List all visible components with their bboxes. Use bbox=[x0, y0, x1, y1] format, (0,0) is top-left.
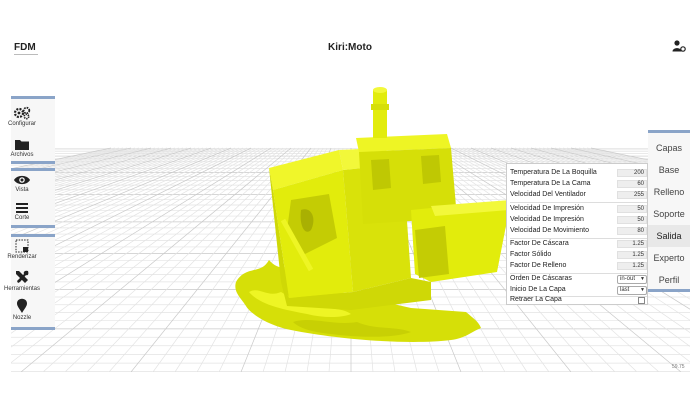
layer-start-row: Inicio De La Capa last ▼ bbox=[510, 285, 647, 295]
nozzle-temp-row: Temperatura De La Boquilla 200 bbox=[510, 168, 647, 178]
layer-start-label: Inicio De La Capa bbox=[510, 286, 566, 293]
wrench-screwdriver-icon bbox=[16, 270, 29, 283]
tab-output[interactable]: Salida bbox=[648, 225, 690, 247]
mode-underline bbox=[14, 54, 38, 55]
tab-base[interactable]: Base bbox=[648, 159, 690, 181]
render-label: Renderizar bbox=[7, 254, 37, 260]
fan-speed-input[interactable]: 255 bbox=[617, 191, 647, 199]
tools-button[interactable]: Herramientas bbox=[0, 269, 44, 292]
tab-support[interactable]: Soporte bbox=[648, 203, 690, 225]
retract-layer-checkbox[interactable] bbox=[638, 297, 645, 304]
shell-order-select[interactable]: in-out ▼ bbox=[617, 275, 647, 284]
move-speed-input[interactable]: 80 bbox=[617, 227, 647, 235]
nozzle-temp-label: Temperatura De La Boquilla bbox=[510, 169, 597, 176]
print-speed-label-1: Velocidad De Impresión bbox=[510, 205, 584, 212]
retract-layer-row: Retraer La Capa bbox=[510, 295, 647, 305]
configure-label: Configurar bbox=[7, 121, 36, 127]
app-title: Kiri:Moto bbox=[328, 42, 372, 53]
shell-factor-input[interactable]: 1.25 bbox=[617, 240, 647, 248]
slice-label: Corte bbox=[14, 215, 30, 221]
shell-order-value: in-out bbox=[620, 276, 636, 282]
solid-factor-row: Factor Sólido 1.25 bbox=[510, 250, 647, 260]
bed-temp-label: Temperatura De La Cama bbox=[510, 180, 591, 187]
render-square-icon bbox=[15, 239, 29, 253]
tools-label: Herramientas bbox=[3, 286, 40, 292]
slice-button[interactable]: Corte bbox=[0, 202, 44, 221]
render-button[interactable]: Renderizar bbox=[0, 239, 44, 260]
shell-factor-row: Factor De Cáscara 1.25 bbox=[510, 239, 647, 249]
fill-factor-input[interactable]: 1.25 bbox=[617, 262, 647, 270]
user-settings-icon[interactable] bbox=[672, 40, 686, 52]
solid-factor-label: Factor Sólido bbox=[510, 251, 552, 258]
print-speed-input-2[interactable]: 50 bbox=[617, 216, 647, 224]
nozzle-label: Nozzle bbox=[12, 315, 32, 321]
shell-order-label: Orden De Cáscaras bbox=[510, 275, 572, 282]
eye-icon bbox=[14, 175, 30, 185]
shell-order-row: Orden De Cáscaras in-out ▼ bbox=[510, 274, 647, 284]
view-button[interactable]: Vista bbox=[0, 174, 44, 193]
gears-icon bbox=[13, 106, 31, 120]
fan-speed-row: Velocidad Del Ventilador 255 bbox=[510, 190, 647, 200]
settings-tabs: Capas Base Relleno Soporte Salida Expert… bbox=[648, 130, 690, 292]
bed-temp-input[interactable]: 60 bbox=[617, 180, 647, 188]
tab-infill[interactable]: Relleno bbox=[648, 181, 690, 203]
files-button[interactable]: Archivos bbox=[0, 138, 44, 158]
chevron-down-icon: ▼ bbox=[640, 276, 645, 282]
fan-speed-label: Velocidad Del Ventilador bbox=[510, 191, 586, 198]
nozzle-temp-input[interactable]: 200 bbox=[617, 169, 647, 177]
print-speed-label-2: Velocidad De Impresión bbox=[510, 216, 584, 223]
bed-temp-row: Temperatura De La Cama 60 bbox=[510, 179, 647, 189]
print-speed-input-1[interactable]: 50 bbox=[617, 205, 647, 213]
shell-factor-label: Factor De Cáscara bbox=[510, 240, 569, 247]
tab-profile[interactable]: Perfil bbox=[648, 269, 690, 291]
view-label: Vista bbox=[15, 187, 29, 193]
layer-start-select[interactable]: last ▼ bbox=[617, 286, 647, 295]
chevron-down-icon: ▼ bbox=[640, 287, 645, 293]
retract-layer-label: Retraer La Capa bbox=[510, 296, 562, 303]
files-label: Archivos bbox=[10, 152, 34, 158]
nozzle-button[interactable]: Nozzle bbox=[0, 298, 44, 321]
folder-icon bbox=[15, 140, 29, 150]
configure-button[interactable]: Configurar bbox=[0, 106, 44, 127]
move-speed-row: Velocidad De Movimiento 80 bbox=[510, 226, 647, 236]
menu-lines-icon bbox=[16, 203, 28, 213]
output-settings-panel: Temperatura De La Boquilla 200 Temperatu… bbox=[506, 163, 648, 305]
fill-factor-label: Factor De Relleno bbox=[510, 262, 567, 269]
status-value: 59.75 bbox=[672, 364, 685, 370]
tab-layers[interactable]: Capas bbox=[648, 137, 690, 159]
move-speed-label: Velocidad De Movimiento bbox=[510, 227, 589, 234]
tab-expert[interactable]: Experto bbox=[648, 247, 690, 269]
divider bbox=[510, 202, 647, 203]
fill-factor-row: Factor De Relleno 1.25 bbox=[510, 261, 647, 271]
print-speed-row-1: Velocidad De Impresión 50 bbox=[510, 204, 647, 214]
solid-factor-input[interactable]: 1.25 bbox=[617, 251, 647, 259]
map-pin-icon bbox=[17, 298, 27, 313]
layer-start-value: last bbox=[620, 287, 630, 293]
print-speed-row-2: Velocidad De Impresión 50 bbox=[510, 215, 647, 225]
